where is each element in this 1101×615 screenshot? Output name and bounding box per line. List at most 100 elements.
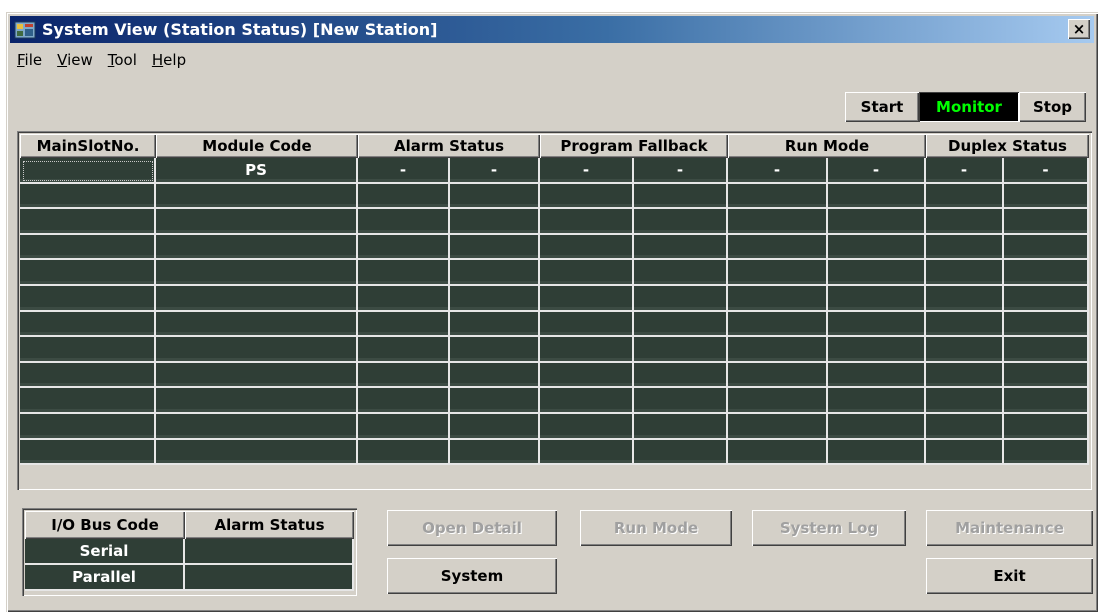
run-mode-b-cell[interactable] bbox=[828, 311, 926, 338]
duplex-status-b-cell[interactable] bbox=[1004, 260, 1089, 286]
col-header-alarm-status[interactable]: Alarm Status bbox=[358, 134, 540, 158]
module-code-cell[interactable] bbox=[156, 311, 358, 338]
program-fallback-b-cell[interactable] bbox=[634, 260, 728, 286]
mainslotno-cell[interactable] bbox=[20, 413, 156, 440]
run-mode-b-cell[interactable] bbox=[828, 260, 926, 286]
menu-help[interactable]: Help bbox=[152, 51, 186, 69]
mainslotno-cell[interactable] bbox=[20, 209, 156, 235]
program-fallback-a-cell[interactable]: - bbox=[540, 158, 634, 184]
duplex-status-a-cell[interactable] bbox=[926, 439, 1004, 466]
io-bus-row[interactable]: Serial bbox=[25, 539, 354, 565]
duplex-status-b-cell[interactable] bbox=[1004, 209, 1089, 235]
run-mode-a-cell[interactable] bbox=[728, 362, 828, 389]
duplex-status-b-cell[interactable] bbox=[1004, 285, 1089, 312]
mainslotno-cell[interactable] bbox=[20, 183, 156, 210]
alarm-status-a-cell[interactable] bbox=[358, 209, 450, 235]
alarm-status-a-cell[interactable] bbox=[358, 285, 450, 312]
table-row[interactable] bbox=[20, 439, 1089, 466]
run-mode-b-cell[interactable] bbox=[828, 337, 926, 363]
module-code-cell[interactable] bbox=[156, 362, 358, 389]
run-mode-a-cell[interactable] bbox=[728, 183, 828, 210]
table-row[interactable] bbox=[20, 413, 1089, 440]
alarm-status-a-cell[interactable] bbox=[358, 337, 450, 363]
mainslotno-cell[interactable] bbox=[20, 285, 156, 312]
program-fallback-a-cell[interactable] bbox=[540, 285, 634, 312]
alarm-status-b-cell[interactable] bbox=[450, 311, 540, 338]
table-row[interactable] bbox=[20, 234, 1089, 261]
module-code-cell[interactable] bbox=[156, 209, 358, 235]
duplex-status-b-cell[interactable] bbox=[1004, 183, 1089, 210]
module-code-cell[interactable] bbox=[156, 413, 358, 440]
program-fallback-b-cell[interactable] bbox=[634, 285, 728, 312]
table-row[interactable] bbox=[20, 260, 1089, 286]
program-fallback-a-cell[interactable] bbox=[540, 209, 634, 235]
alarm-status-b-cell[interactable]: - bbox=[450, 158, 540, 184]
run-mode-button[interactable]: Run Mode bbox=[580, 510, 732, 546]
run-mode-b-cell[interactable] bbox=[828, 439, 926, 466]
run-mode-a-cell[interactable] bbox=[728, 439, 828, 466]
close-button[interactable]: × bbox=[1068, 19, 1090, 39]
col-header-io-bus-code[interactable]: I/O Bus Code bbox=[25, 511, 185, 539]
program-fallback-b-cell[interactable] bbox=[634, 183, 728, 210]
mainslotno-cell[interactable] bbox=[20, 158, 156, 184]
run-mode-b-cell[interactable] bbox=[828, 209, 926, 235]
run-mode-a-cell[interactable] bbox=[728, 413, 828, 440]
run-mode-b-cell[interactable] bbox=[828, 285, 926, 312]
duplex-status-b-cell[interactable] bbox=[1004, 388, 1089, 414]
alarm-status-b-cell[interactable] bbox=[450, 413, 540, 440]
run-mode-a-cell[interactable] bbox=[728, 311, 828, 338]
open-detail-button[interactable]: Open Detail bbox=[387, 510, 557, 546]
col-header-duplex-status[interactable]: Duplex Status bbox=[926, 134, 1089, 158]
table-row[interactable] bbox=[20, 209, 1089, 235]
run-mode-b-cell[interactable] bbox=[828, 362, 926, 389]
alarm-status-a-cell[interactable] bbox=[358, 311, 450, 338]
run-mode-b-cell[interactable] bbox=[828, 388, 926, 414]
run-mode-a-cell[interactable] bbox=[728, 337, 828, 363]
run-mode-a-cell[interactable] bbox=[728, 209, 828, 235]
table-row[interactable] bbox=[20, 183, 1089, 210]
program-fallback-b-cell[interactable] bbox=[634, 413, 728, 440]
alarm-status-b-cell[interactable] bbox=[450, 362, 540, 389]
alarm-status-b-cell[interactable] bbox=[450, 260, 540, 286]
table-row[interactable]: PS - - - - - - - - bbox=[20, 158, 1089, 184]
alarm-status-b-cell[interactable] bbox=[450, 234, 540, 261]
run-mode-b-cell[interactable] bbox=[828, 234, 926, 261]
mainslotno-cell[interactable] bbox=[20, 388, 156, 414]
title-bar[interactable]: System View (Station Status) [New Statio… bbox=[10, 16, 1094, 43]
module-code-cell[interactable] bbox=[156, 337, 358, 363]
duplex-status-b-cell[interactable] bbox=[1004, 234, 1089, 261]
duplex-status-b-cell[interactable] bbox=[1004, 413, 1089, 440]
module-code-cell[interactable] bbox=[156, 439, 358, 466]
program-fallback-a-cell[interactable] bbox=[540, 183, 634, 210]
stop-button[interactable]: Stop bbox=[1019, 92, 1086, 122]
mainslotno-cell[interactable] bbox=[20, 311, 156, 338]
io-alarm-status-cell[interactable] bbox=[185, 565, 354, 591]
program-fallback-b-cell[interactable] bbox=[634, 439, 728, 466]
alarm-status-a-cell[interactable]: - bbox=[358, 158, 450, 184]
program-fallback-b-cell[interactable] bbox=[634, 388, 728, 414]
io-bus-code-cell[interactable]: Parallel bbox=[25, 565, 185, 591]
mainslotno-cell[interactable] bbox=[20, 439, 156, 466]
duplex-status-b-cell[interactable] bbox=[1004, 439, 1089, 466]
duplex-status-a-cell[interactable] bbox=[926, 209, 1004, 235]
program-fallback-a-cell[interactable] bbox=[540, 413, 634, 440]
duplex-status-a-cell[interactable] bbox=[926, 362, 1004, 389]
program-fallback-b-cell[interactable] bbox=[634, 209, 728, 235]
table-row[interactable] bbox=[20, 285, 1089, 312]
menu-tool[interactable]: Tool bbox=[108, 51, 137, 69]
program-fallback-a-cell[interactable] bbox=[540, 362, 634, 389]
program-fallback-a-cell[interactable] bbox=[540, 388, 634, 414]
io-bus-code-cell[interactable]: Serial bbox=[25, 539, 185, 565]
col-header-module-code[interactable]: Module Code bbox=[156, 134, 358, 158]
program-fallback-b-cell[interactable] bbox=[634, 337, 728, 363]
alarm-status-a-cell[interactable] bbox=[358, 388, 450, 414]
program-fallback-b-cell[interactable]: - bbox=[634, 158, 728, 184]
program-fallback-a-cell[interactable] bbox=[540, 311, 634, 338]
run-mode-a-cell[interactable] bbox=[728, 388, 828, 414]
table-row[interactable] bbox=[20, 388, 1089, 414]
system-log-button[interactable]: System Log bbox=[752, 510, 906, 546]
duplex-status-a-cell[interactable] bbox=[926, 234, 1004, 261]
mainslotno-cell[interactable] bbox=[20, 260, 156, 286]
table-row[interactable] bbox=[20, 311, 1089, 338]
duplex-status-a-cell[interactable] bbox=[926, 285, 1004, 312]
